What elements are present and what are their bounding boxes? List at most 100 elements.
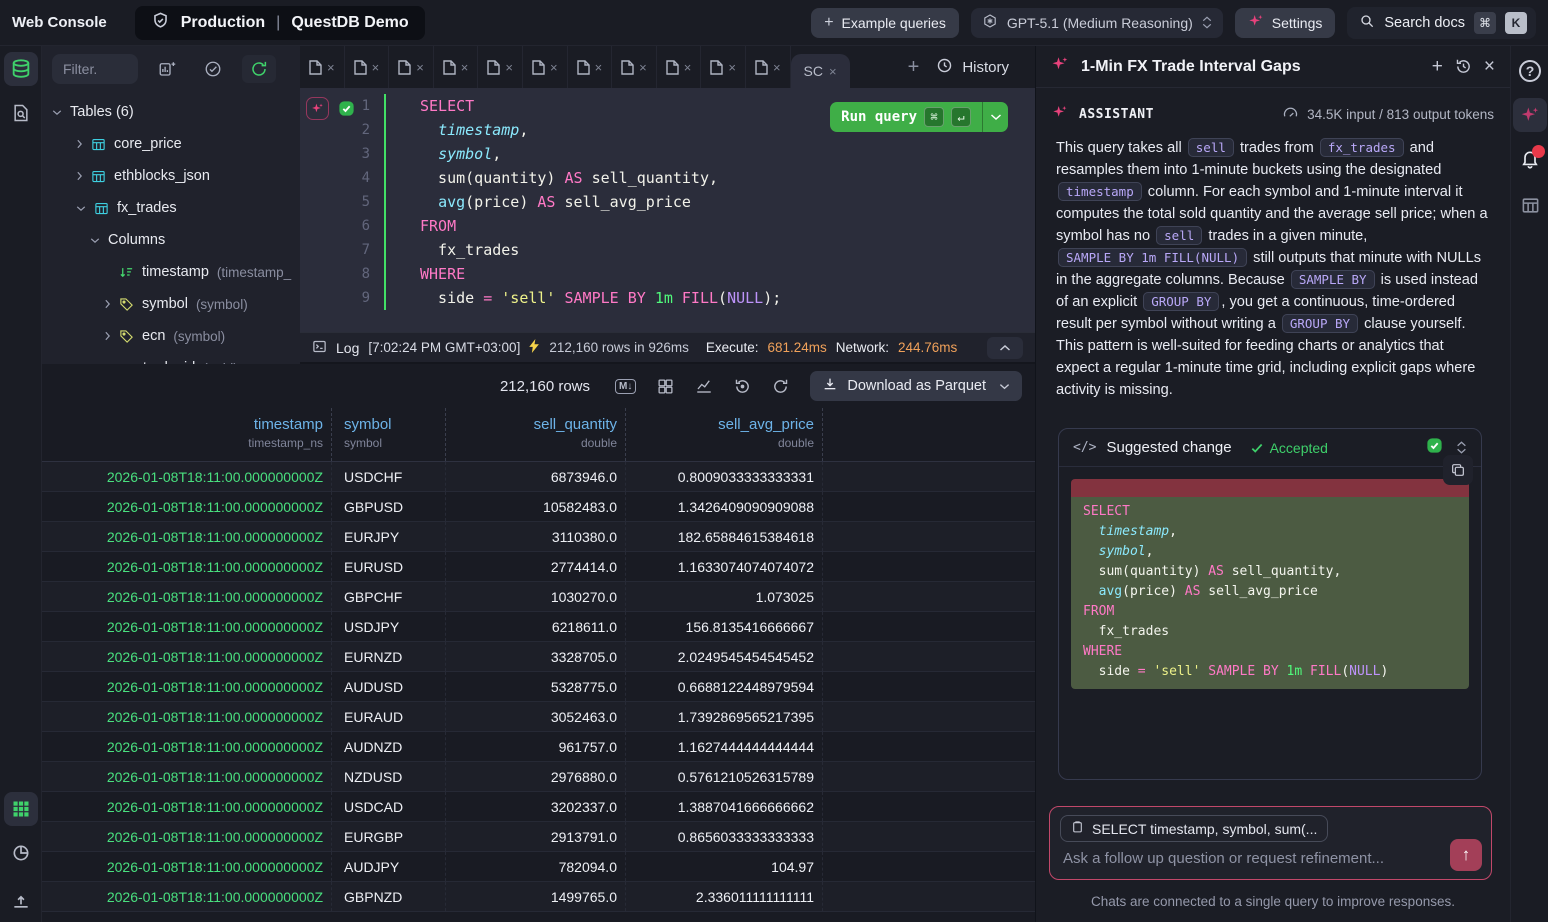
tree-item-trade_id[interactable]: 123trade_id(uuid): [42, 352, 300, 364]
tree-item-ecn[interactable]: ecn(symbol): [42, 320, 300, 352]
table-row[interactable]: 2026-01-08T18:11:00.000000000ZNZDUSD2976…: [42, 762, 1035, 792]
download-options-chevron-icon[interactable]: [999, 378, 1010, 394]
model-selector[interactable]: GPT-5.1 (Medium Reasoning): [971, 8, 1223, 38]
new-tab-button[interactable]: +: [908, 56, 920, 79]
tree-item-ethblocks_json[interactable]: ethblocks_json: [42, 160, 300, 192]
tables-panel-icon[interactable]: [4, 52, 38, 86]
tree-item-core_price[interactable]: core_price: [42, 128, 300, 160]
chart-icon[interactable]: [695, 377, 713, 395]
editor-tab[interactable]: ×: [568, 46, 613, 88]
cell: EURGBP: [332, 822, 446, 851]
instance-badge[interactable]: Production | QuestDB Demo: [135, 6, 425, 40]
table-row[interactable]: 2026-01-08T18:11:00.000000000ZUSDCAD3202…: [42, 792, 1035, 822]
ai-sparkle-icon[interactable]: [306, 97, 329, 120]
close-tab-icon[interactable]: ×: [416, 60, 424, 75]
column-header-symbol[interactable]: symbolsymbol: [332, 408, 446, 461]
collapse-log-button[interactable]: [987, 337, 1023, 359]
help-icon[interactable]: ?: [1513, 54, 1547, 88]
table-row[interactable]: 2026-01-08T18:11:00.000000000ZGBPNZD1499…: [42, 882, 1035, 912]
refresh-icon[interactable]: [772, 378, 789, 395]
new-chat-icon[interactable]: +: [1432, 56, 1443, 78]
check-circle-icon[interactable]: [196, 55, 230, 83]
table-row[interactable]: 2026-01-08T18:11:00.000000000ZEURAUD3052…: [42, 702, 1035, 732]
copy-code-button[interactable]: [1443, 455, 1473, 485]
tree-item-tables--6-[interactable]: Tables (6): [42, 96, 300, 128]
settings-button[interactable]: Settings: [1235, 8, 1336, 38]
query-context-chip[interactable]: SELECT timestamp, symbol, sum(...: [1060, 815, 1328, 842]
editor-tab[interactable]: ×: [434, 46, 479, 88]
table-row[interactable]: 2026-01-08T18:11:00.000000000ZAUDNZD9617…: [42, 732, 1035, 762]
table-row[interactable]: 2026-01-08T18:11:00.000000000ZEURNZD3328…: [42, 642, 1035, 672]
close-tab-icon[interactable]: ×: [550, 60, 558, 75]
editor-tab[interactable]: ×: [612, 46, 657, 88]
followup-input[interactable]: [1063, 845, 1413, 871]
active-tab[interactable]: SC ×: [791, 54, 850, 88]
run-options-chevron-icon[interactable]: [982, 102, 1008, 132]
code-area[interactable]: 1SELECT2 timestamp,3 symbol,4 sum(quanti…: [300, 88, 1035, 332]
grid-layout-icon[interactable]: [657, 378, 674, 395]
ai-assistant-icon[interactable]: [1513, 98, 1547, 132]
expand-chevrons-icon[interactable]: [1456, 441, 1467, 454]
table-row[interactable]: 2026-01-08T18:11:00.000000000ZGBPCHF1030…: [42, 582, 1035, 612]
close-tab-icon[interactable]: ×: [829, 64, 837, 79]
column-header-sell_avg_price[interactable]: sell_avg_pricedouble: [626, 408, 823, 461]
code-text: SELECT: [386, 94, 474, 118]
editor-tab[interactable]: ×: [657, 46, 702, 88]
editor-tab[interactable]: ×: [523, 46, 568, 88]
chat-input-box[interactable]: SELECT timestamp, symbol, sum(... ↑: [1049, 806, 1492, 880]
editor-tab[interactable]: ×: [300, 46, 345, 88]
table-row[interactable]: 2026-01-08T18:11:00.000000000ZUSDJPY6218…: [42, 612, 1035, 642]
close-tab-icon[interactable]: ×: [505, 60, 513, 75]
column-header-timestamp[interactable]: timestamptimestamp_ns: [42, 408, 332, 461]
close-tab-icon[interactable]: ×: [595, 60, 603, 75]
close-tab-icon[interactable]: ×: [728, 60, 736, 75]
example-queries-button[interactable]: + Example queries: [811, 8, 959, 38]
table-row[interactable]: 2026-01-08T18:11:00.000000000ZEURUSD2774…: [42, 552, 1035, 582]
editor-tab[interactable]: ×: [701, 46, 746, 88]
log-label[interactable]: Log: [336, 340, 359, 356]
send-button[interactable]: ↑: [1450, 839, 1482, 871]
import-icon[interactable]: [4, 884, 38, 918]
run-query-button[interactable]: Run query ⌘ ↵: [830, 102, 1008, 132]
refresh-tables-icon[interactable]: [242, 55, 276, 83]
filter-input[interactable]: [52, 54, 138, 84]
close-tab-icon[interactable]: ×: [461, 60, 469, 75]
tree-item-columns[interactable]: Columns: [42, 224, 300, 256]
table-panel-icon[interactable]: [1513, 188, 1547, 222]
close-tab-icon[interactable]: ×: [327, 60, 335, 75]
tree-item-symbol[interactable]: symbol(symbol): [42, 288, 300, 320]
file-search-icon[interactable]: [4, 96, 38, 130]
reset-icon[interactable]: [734, 378, 751, 395]
cell: 1499765.0: [446, 882, 626, 911]
chevron-right-icon: [104, 331, 111, 341]
column-header-sell_quantity[interactable]: sell_quantitydouble: [446, 408, 626, 461]
notifications-bell-icon[interactable]: [1513, 144, 1547, 178]
history-button[interactable]: History: [936, 57, 1009, 78]
search-docs-button[interactable]: Search docs ⌘ K: [1347, 7, 1536, 39]
table-row[interactable]: 2026-01-08T18:11:00.000000000ZGBPUSD1058…: [42, 492, 1035, 522]
table-row[interactable]: 2026-01-08T18:11:00.000000000ZAUDUSD5328…: [42, 672, 1035, 702]
close-tab-icon[interactable]: ×: [684, 60, 692, 75]
table-row[interactable]: 2026-01-08T18:11:00.000000000ZEURJPY3110…: [42, 522, 1035, 552]
table-row[interactable]: 2026-01-08T18:11:00.000000000ZEURGBP2913…: [42, 822, 1035, 852]
table-row[interactable]: 2026-01-08T18:11:00.000000000ZAUDJPY7820…: [42, 852, 1035, 882]
markdown-copy-icon[interactable]: M↓: [615, 379, 636, 394]
tree-item-timestamp[interactable]: timestamp(timestamp_: [42, 256, 300, 288]
chat-history-icon[interactable]: [1455, 58, 1472, 75]
tree-item-fx_trades[interactable]: fx_trades: [42, 192, 300, 224]
close-tab-icon[interactable]: ×: [372, 60, 380, 75]
table-row[interactable]: 2026-01-08T18:11:00.000000000ZUSDCHF6873…: [42, 462, 1035, 492]
check-icon: [1250, 441, 1264, 455]
editor-tab[interactable]: ×: [345, 46, 390, 88]
close-tab-icon[interactable]: ×: [639, 60, 647, 75]
editor-tab[interactable]: ×: [389, 46, 434, 88]
add-metrics-icon[interactable]: [150, 55, 184, 83]
close-chat-icon[interactable]: ×: [1484, 56, 1495, 78]
results-grid: timestamptimestamp_nssymbolsymbolsell_qu…: [42, 408, 1035, 922]
chart-view-icon[interactable]: [4, 836, 38, 870]
grid-view-icon[interactable]: [4, 792, 38, 826]
download-parquet-button[interactable]: Download as Parquet: [810, 371, 1022, 401]
editor-tab[interactable]: ×: [478, 46, 523, 88]
close-tab-icon[interactable]: ×: [773, 60, 781, 75]
editor-tab[interactable]: ×: [746, 46, 791, 88]
